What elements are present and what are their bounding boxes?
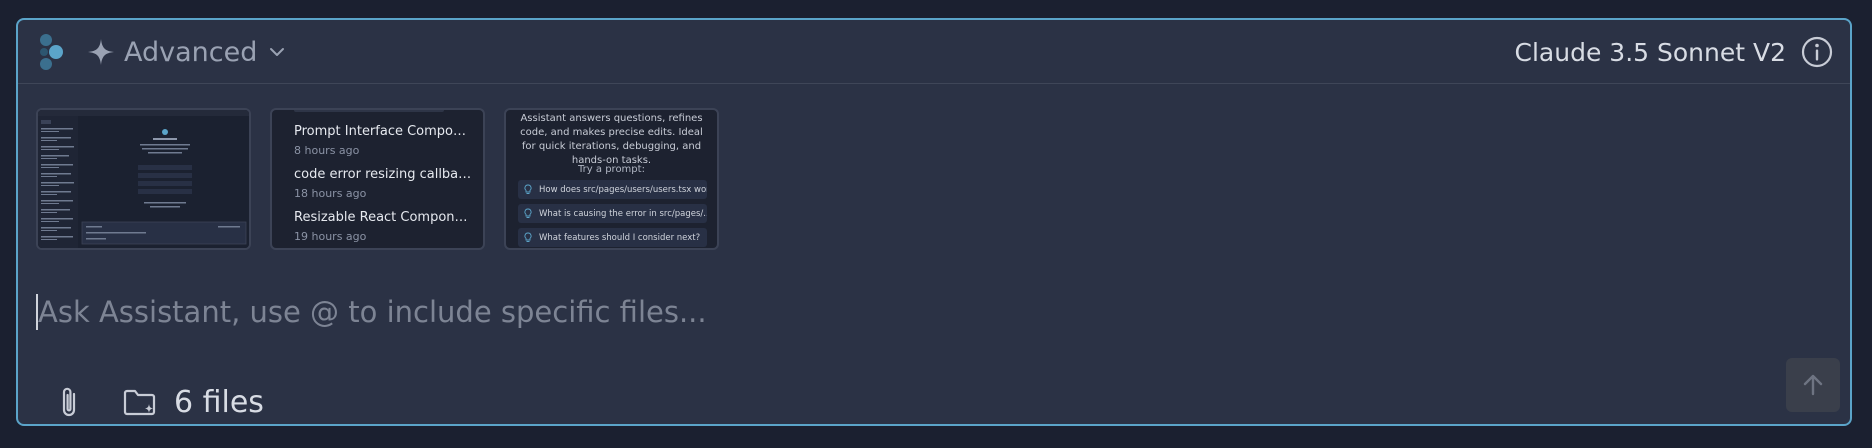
chevron-down-icon [270, 48, 285, 56]
files-button[interactable]: 6 files [122, 380, 264, 424]
suggestion-text: How does src/pages/users/users.tsx work? [539, 184, 707, 195]
sparkle-icon [88, 39, 114, 65]
suggestion-item: How does src/pages/users/users.tsx work? [518, 180, 707, 199]
send-button[interactable] [1786, 358, 1840, 412]
assistant-logo-icon [40, 34, 63, 70]
chat-time: 19 hours ago [294, 230, 367, 243]
model-label: Claude 3.5 Sonnet V2 [1514, 37, 1786, 67]
suggestion-text: What features should I consider next? [539, 232, 701, 243]
model-indicator: Claude 3.5 Sonnet V2 [1515, 32, 1834, 72]
prompt-input[interactable]: Ask Assistant, use @ to include specific… [36, 290, 1796, 334]
cut-off-text-fragment [294, 110, 444, 112]
suggestion-text: What is causing the error in src/pages/.… [539, 208, 707, 219]
panel-header: Advanced Claude 3.5 Sonnet V2 [18, 20, 1850, 84]
chat-title: Prompt Interface Component D... [294, 124, 472, 139]
assistant-description: Assistant answers questions, refines cod… [520, 113, 703, 166]
prompt-placeholder: Ask Assistant, use @ to include specific… [38, 295, 707, 329]
suggestion-item: What is causing the error in src/pages/.… [518, 204, 707, 223]
screenshot-thumbnail[interactable] [36, 108, 251, 250]
try-prompt-label: Try a prompt: [578, 164, 645, 175]
chat-title: code error resizing callback dat... [294, 167, 472, 182]
suggestion-item: What features should I consider next? [518, 228, 707, 247]
files-count-label: 6 files [174, 384, 264, 420]
info-icon[interactable] [1800, 35, 1834, 69]
chat-time: 8 hours ago [294, 144, 360, 157]
chat-title: Resizable React Component Si... [294, 210, 472, 225]
arrow-up-icon [1803, 374, 1823, 396]
mode-selector[interactable]: Advanced [86, 34, 287, 70]
screenshot-preview-image [38, 110, 249, 248]
lightbulb-icon [524, 208, 532, 218]
lightbulb-icon [524, 184, 532, 194]
folder-sparkle-icon [123, 389, 156, 416]
chat-history-thumbnail[interactable]: Prompt Interface Component D... 8 hours … [270, 108, 485, 250]
chat-time: 18 hours ago [294, 187, 367, 200]
lightbulb-icon [524, 232, 532, 242]
mode-label: Advanced [124, 36, 258, 68]
paperclip-icon[interactable] [52, 384, 86, 422]
prompt-suggestions-thumbnail[interactable]: Assistant answers questions, refines cod… [504, 108, 719, 250]
prompt-panel: Advanced Claude 3.5 Sonnet V2 Prompt Int… [16, 18, 1852, 426]
